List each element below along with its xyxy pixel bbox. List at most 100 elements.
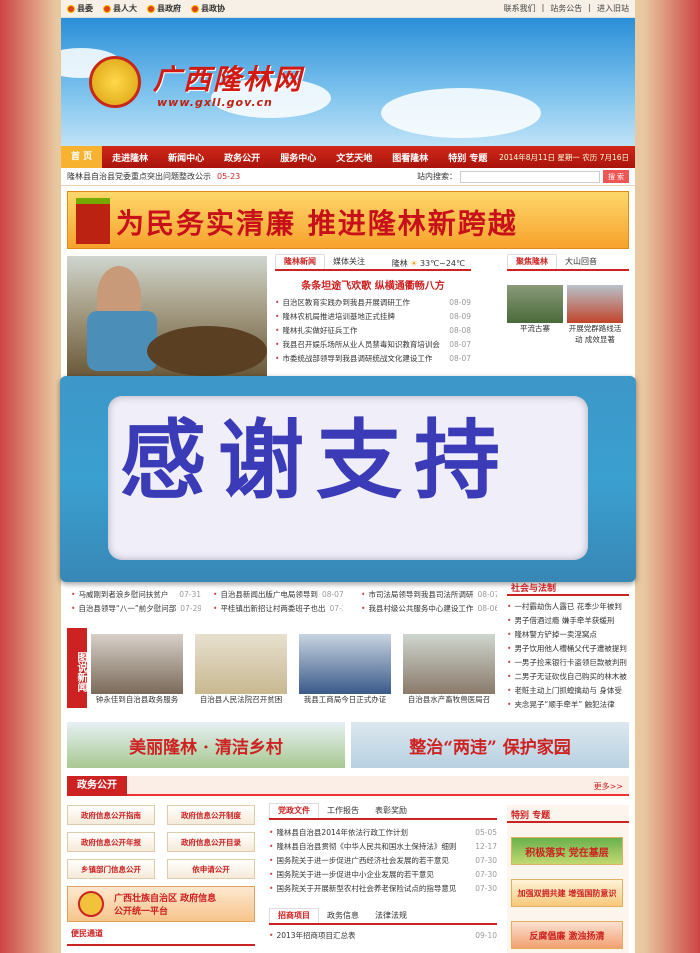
photo-news-item[interactable]: 自治县水产畜牧兽医局召 [403, 634, 495, 710]
law-item[interactable]: 夹念晃子“顺手牵羊” 触犯法律 [507, 698, 629, 712]
tab-longlin-news[interactable]: 隆林新闻 [275, 254, 325, 269]
list-item[interactable]: 国务院关于进一步促进广西经济社会发展的若干意见 07-30 [269, 854, 497, 868]
nav-service[interactable]: 服务中心 [270, 151, 326, 164]
list-item-title[interactable]: 自治区教育实践办到我县开展调研工作 [275, 296, 410, 310]
tab-gov-info[interactable]: 政务信息 [319, 909, 367, 923]
tab-echo[interactable]: 大山回音 [557, 255, 605, 269]
list-item[interactable]: 自治县领导“八一”前夕慰问部 07-29 [71, 602, 201, 616]
nav-news[interactable]: 新闻中心 [158, 151, 214, 164]
gov-btn-annual[interactable]: 政府信息公开年报 [67, 832, 155, 852]
list-item[interactable]: 自治县新闻出版广电局领导到08-07 [213, 588, 343, 602]
photo-news-caption[interactable]: 自治县水产畜牧兽医局召 [403, 694, 495, 705]
emblem-icon [147, 4, 155, 13]
banner-clean-up[interactable]: 整治“两违” 保护家园 [351, 722, 629, 768]
nav-gov[interactable]: 政务公开 [214, 151, 270, 164]
list-item-title[interactable]: 隆林扎实做好征兵工作 [275, 324, 357, 338]
list-item-title[interactable]: 我县召开娱乐场所从业人员禁毒知识教育培训会 [275, 338, 440, 352]
topbar-link-congress[interactable]: 县人大 [103, 3, 137, 14]
list-item-title[interactable]: 隆林县自治县贯彻《中华人民共和国水土保持法》细则 [269, 840, 456, 854]
nav-about[interactable]: 走进隆林 [102, 151, 158, 164]
tab-media[interactable]: 媒体关注 [325, 255, 373, 269]
topbar-link-government[interactable]: 县政府 [147, 3, 181, 14]
special-block-anticorruption[interactable]: 反腐倡廉 激浊扬清 [511, 921, 623, 949]
list-item-title[interactable]: 隆林县自治县2014年依法行政工作计划 [269, 826, 408, 840]
notice-link[interactable]: 站务公告 [550, 3, 582, 14]
topbar-link-county-committee[interactable]: 县委 [67, 3, 93, 14]
nav-special[interactable]: 特别 专题 [438, 151, 497, 164]
list-item[interactable]: 隆林扎实做好征兵工作 08-08 [275, 324, 471, 338]
list-item-title[interactable]: 自治县领导“八一”前夕慰问部 [71, 602, 176, 616]
special-block-defense[interactable]: 加强双拥共建 增强国防意识 [511, 879, 623, 907]
banner-beautiful-longlin[interactable]: 美丽隆林 · 清洁乡村 [67, 722, 345, 768]
search-input[interactable] [460, 170, 600, 183]
list-item[interactable]: 我县召开娱乐场所从业人员禁毒知识教育培训会 08-07 [275, 338, 471, 352]
nav-culture[interactable]: 文艺天地 [326, 151, 382, 164]
list-item[interactable]: 平桂镇出新招让村两委班子也出 07-30 [213, 602, 343, 616]
tab-laws[interactable]: 法律法规 [367, 909, 415, 923]
old-site-link[interactable]: 进入旧站 [597, 3, 629, 14]
focus-photo[interactable] [507, 285, 563, 323]
list-item[interactable]: 我县村级公共服务中心建设工作 08-06 [361, 602, 497, 616]
photo-news-item[interactable]: 自治县人民法院召开贫困 [195, 634, 287, 710]
tab-awards[interactable]: 表彰奖励 [367, 804, 415, 818]
list-item[interactable]: 国务院关于开展新型农村社会养老保险试点的指导意见 07-30 [269, 882, 497, 896]
nav-home[interactable]: 首 页 [61, 146, 103, 168]
gov-btn-dept[interactable]: 乡镇部门信息公开 [67, 859, 155, 879]
photo-news-image[interactable] [195, 634, 287, 694]
photo-news-image[interactable] [91, 634, 183, 694]
gov-platform-banner[interactable]: 广西壮族自治区 政府信息公开统一平台 [67, 886, 255, 922]
list-item-title[interactable]: 国务院关于进一步促进广西经济社会发展的若干意见 [269, 854, 449, 868]
focus-photo[interactable] [567, 285, 623, 323]
list-item-title[interactable]: 马威刚到者浪乡慰问扶贫户 [71, 588, 168, 602]
gov-btn-catalog[interactable]: 政府信息公开目录 [167, 832, 255, 852]
photo-news-caption[interactable]: 钟永佳到自治县政务服务 [91, 694, 183, 705]
photo-news-item[interactable]: 我县工商局今日正式办证 [299, 634, 391, 710]
list-item-title[interactable]: 平桂镇出新招让村两委班子也出 [213, 602, 325, 616]
law-item[interactable]: 一村霸劫伤人露已 花季少年被判 [507, 600, 629, 614]
photo-news-item[interactable]: 钟永佳到自治县政务服务 [91, 634, 183, 710]
ticker-text[interactable]: 隆林县自治县党委重点突出问题整改公示 [67, 171, 211, 182]
special-block-party[interactable]: 积极落实 党在基层 [511, 837, 623, 865]
tab-investment[interactable]: 招商项目 [269, 908, 319, 923]
gov-more-link[interactable]: 更多>> [594, 781, 623, 792]
gov-btn-apply[interactable]: 依申请公开 [167, 859, 255, 879]
list-item[interactable]: 市司法局领导到我县司法所调研 08-07 [361, 588, 497, 602]
law-item[interactable]: 男子饮用他人槽桶父代子遭被提判 [507, 642, 629, 656]
list-item[interactable]: 隆林县自治县2014年依法行政工作计划 05-05 [269, 826, 497, 840]
tab-focus[interactable]: 聚焦隆林 [507, 254, 557, 269]
list-item-title[interactable]: 我县村级公共服务中心建设工作 [361, 602, 473, 616]
list-item[interactable]: 自治区教育实践办到我县开展调研工作 08-09 [275, 296, 471, 310]
list-item[interactable]: 马威刚到者浪乡慰问扶贫户 07-31 [71, 588, 201, 602]
list-item-title[interactable]: 市司法局领导到我县司法所调研 [361, 588, 473, 602]
list-item-title[interactable]: 市委统战部领导到我县调研统战文化建设工作 [275, 352, 432, 366]
list-item-title[interactable]: 2013年招商项目汇总表 [269, 929, 355, 943]
contact-link[interactable]: 联系我们 [504, 3, 536, 14]
list-item[interactable]: 2013年招商项目汇总表 09-10 [269, 929, 497, 943]
list-item-title[interactable]: 隆林农机局推进培训基地正式挂牌 [275, 310, 395, 324]
list-item-title[interactable]: 自治县新闻出版广电局领导到 [213, 588, 318, 602]
tab-party-docs[interactable]: 党政文件 [269, 803, 319, 818]
law-item[interactable]: 一男子捡来银行卡盗领巨款被判刑 [507, 656, 629, 670]
list-item[interactable]: 国务院关于进一步促进中小企业发展的若干意见 07-30 [269, 868, 497, 882]
photo-news-image[interactable] [299, 634, 391, 694]
news-headline[interactable]: 条条坦途飞欢歌 纵横通衢畅八方 [275, 277, 471, 292]
gov-btn-guide[interactable]: 政府信息公开指南 [67, 805, 155, 825]
photo-news-caption[interactable]: 自治县人民法院召开贫困 [195, 694, 287, 705]
list-item[interactable]: 市委统战部领导到我县调研统战文化建设工作 08-07 [275, 352, 471, 366]
headline-photo[interactable] [67, 256, 267, 376]
nav-photos[interactable]: 图看隆林 [382, 151, 438, 164]
list-item-title[interactable]: 国务院关于进一步促进中小企业发展的若干意见 [269, 868, 434, 882]
photo-news-image[interactable] [403, 634, 495, 694]
topbar-link-cppcc[interactable]: 县政协 [191, 3, 225, 14]
gov-btn-system[interactable]: 政府信息公开制度 [167, 805, 255, 825]
photo-news-caption[interactable]: 我县工商局今日正式办证 [299, 694, 391, 705]
search-button[interactable]: 搜 索 [603, 170, 629, 183]
list-item[interactable]: 隆林县自治县贯彻《中华人民共和国水土保持法》细则 12-17 [269, 840, 497, 854]
tab-work-report[interactable]: 工作报告 [319, 804, 367, 818]
law-item[interactable]: 二男子无证砍伐自己购买的林木被 [507, 670, 629, 684]
list-item[interactable]: 隆林农机局推进培训基地正式挂牌 08-09 [275, 310, 471, 324]
law-item[interactable]: 老赃主动上门抓蝗擒劫与 身体受 [507, 684, 629, 698]
list-item-title[interactable]: 国务院关于开展新型农村社会养老保险试点的指导意见 [269, 882, 456, 896]
law-item[interactable]: 男子借酒过瘾 嫌手牵羊获缓刑 [507, 614, 629, 628]
law-item[interactable]: 隆林警方铲掉一卖淫窝点 [507, 628, 629, 642]
